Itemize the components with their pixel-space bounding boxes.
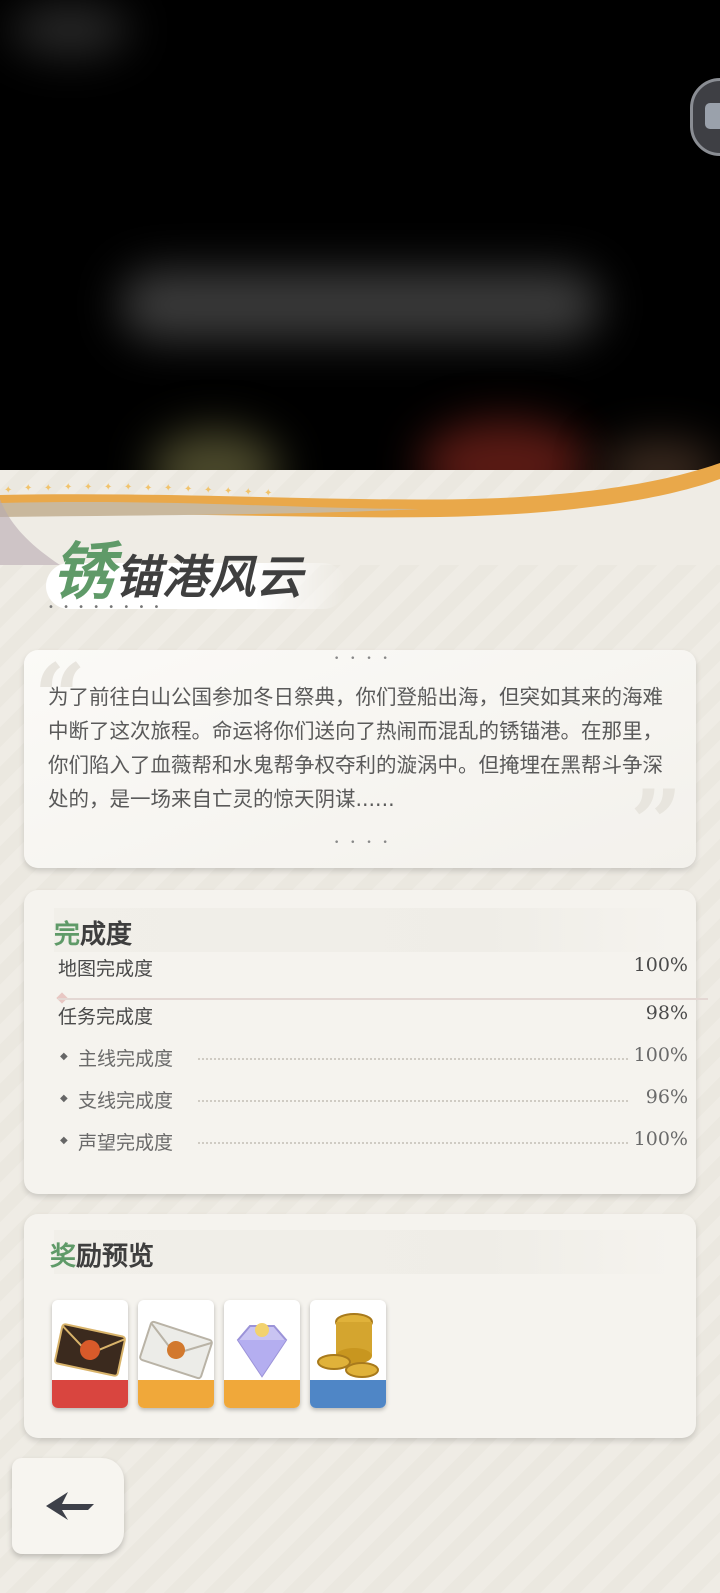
rewards-card: 奖励预览 xyxy=(24,1214,696,1438)
svg-text:✦: ✦ xyxy=(24,483,32,494)
bottom-dots-decoration: • • • • xyxy=(334,838,392,848)
diamond-bullet-icon: ◆ xyxy=(60,1051,68,1062)
white-sealed-envelope-icon xyxy=(138,1320,214,1408)
quest-completion-label: 任务完成度 xyxy=(58,1006,154,1028)
title-dots-decoration: • • • • • • • • xyxy=(48,602,163,613)
quest-completion-row: 任务完成度 98% xyxy=(58,1002,688,1032)
map-completion-label: 地图完成度 xyxy=(58,958,154,980)
rewards-title: 奖励预览 xyxy=(50,1242,155,1272)
reputation-row: ◆ 声望完成度 100% xyxy=(60,1128,688,1154)
svg-text:✦: ✦ xyxy=(264,488,272,499)
svg-text:✦: ✦ xyxy=(124,482,132,493)
reward-item-white-envelope[interactable] xyxy=(138,1300,214,1408)
reward-item-crystal[interactable] xyxy=(224,1300,300,1408)
svg-text:✦: ✦ xyxy=(204,485,212,496)
crystal-gem-icon xyxy=(224,1323,300,1408)
title-initial: 锈 xyxy=(52,535,116,608)
svg-text:✦: ✦ xyxy=(84,482,92,493)
quest-description: 为了前往白山公国参加冬日祭典，你们登船出海，但突如其来的海难中断了这次旅程。命运… xyxy=(48,685,663,811)
map-completion-row: 地图完成度 100% xyxy=(58,954,688,984)
diamond-bullet-icon: ◆ xyxy=(60,1135,68,1146)
svg-text:✦: ✦ xyxy=(164,483,172,494)
svg-text:✦: ✦ xyxy=(144,483,152,494)
svg-text:✦: ✦ xyxy=(104,482,112,493)
title-rest: 锚港风云 xyxy=(115,550,304,604)
svg-text:✦: ✦ xyxy=(4,485,12,496)
row-divider xyxy=(58,998,708,1000)
quest-completion-value: 98% xyxy=(645,1002,688,1024)
diamond-bullet-icon: ◆ xyxy=(60,1093,68,1104)
completion-card: 完成度 地图完成度 100% 任务完成度 98% ◆ 主线完成度 100% ◆ … xyxy=(24,890,708,1194)
completion-title: 完成度 xyxy=(54,920,133,950)
svg-text:✦: ✦ xyxy=(44,483,52,494)
side-quest-row: ◆ 支线完成度 96% xyxy=(60,1086,688,1112)
svg-text:✦: ✦ xyxy=(224,486,232,497)
reward-item-red-envelope[interactable] xyxy=(52,1300,128,1408)
description-card: “ ” • • • • 为了前往白山公国参加冬日祭典，你们登船出海，但突如其来的… xyxy=(24,644,696,876)
back-arrow-icon xyxy=(46,1492,94,1520)
back-button[interactable] xyxy=(12,1458,124,1554)
side-menu-icon xyxy=(705,103,720,129)
map-completion-value: 100% xyxy=(633,954,688,976)
reward-item-coins[interactable] xyxy=(310,1300,386,1408)
svg-text:✦: ✦ xyxy=(184,484,192,495)
top-dots-decoration: • • • • xyxy=(334,654,392,664)
red-sealed-envelope-icon xyxy=(52,1323,128,1408)
gold-coins-icon xyxy=(310,1313,386,1408)
svg-text:✦: ✦ xyxy=(244,487,252,498)
svg-text:✦: ✦ xyxy=(64,482,72,493)
main-quest-row: ◆ 主线完成度 100% xyxy=(60,1044,688,1070)
